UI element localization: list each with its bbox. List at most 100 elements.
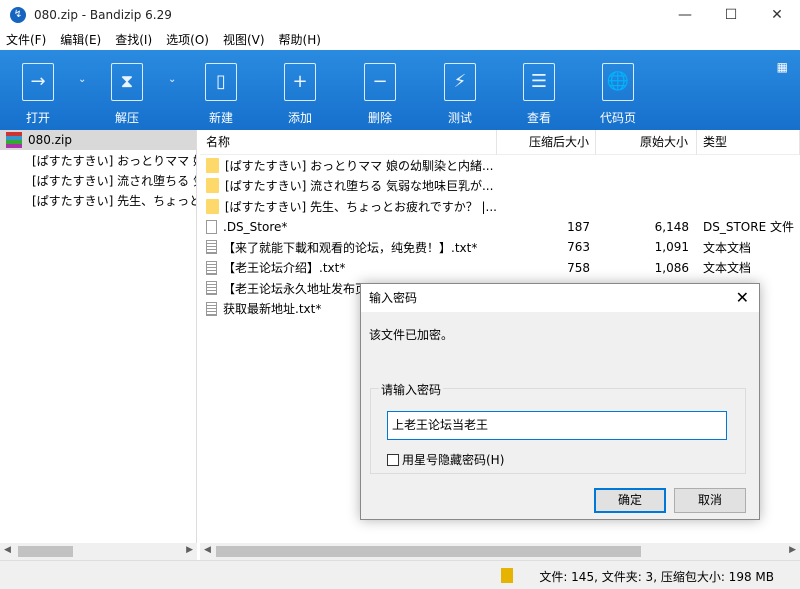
checkbox-box[interactable] bbox=[387, 453, 399, 466]
codepage-icon: 🌐 bbox=[602, 63, 634, 101]
folder-icon bbox=[206, 157, 219, 173]
packed-size: 187 bbox=[567, 219, 590, 234]
tree-folder-label: [ぱすたすきい] おっとりママ 娘の幼馴染と内緒... bbox=[32, 153, 196, 168]
tree-horizontal-scrollbar[interactable]: ◀ ▶ bbox=[0, 543, 197, 560]
column-original-size[interactable]: 原始大小 bbox=[596, 130, 697, 155]
encrypted-lock-icon bbox=[501, 568, 513, 583]
file-name: 获取最新地址.txt* bbox=[223, 302, 322, 317]
file-name: 【老王论坛介绍】.txt* bbox=[223, 261, 346, 276]
password-group-label: 请输入密码 bbox=[379, 381, 444, 398]
menu-file[interactable]: 文件(F) bbox=[6, 30, 46, 50]
test-label: 测试 bbox=[447, 111, 472, 125]
list-horizontal-scrollbar[interactable]: ◀ ▶ bbox=[200, 543, 800, 560]
status-text: 文件: 145, 文件夹: 3, 压缩包大小: 198 MB bbox=[539, 570, 774, 584]
open-label: 打开 bbox=[25, 111, 50, 125]
text-file-icon bbox=[206, 260, 217, 275]
view-icon: ☰ bbox=[523, 63, 555, 101]
test-icon: ⚡ bbox=[444, 63, 476, 101]
text-file-icon bbox=[206, 240, 217, 255]
codepage-button[interactable]: 🌐 代码页 bbox=[588, 50, 648, 130]
delete-icon: − bbox=[364, 63, 396, 101]
maximize-button[interactable]: ☐ bbox=[708, 0, 754, 30]
tree-folder[interactable]: [ぱすたすきい] 流され堕ちる 気弱な地味巨乳が... bbox=[0, 170, 196, 190]
delete-button[interactable]: − 删除 bbox=[350, 50, 410, 130]
delete-label: 删除 bbox=[367, 111, 392, 125]
status-bar: 文件: 145, 文件夹: 3, 压缩包大小: 198 MB bbox=[0, 560, 800, 589]
list-header: ^ 名称 压缩后大小 原始大小 类型 bbox=[200, 130, 800, 155]
new-button[interactable]: ▯ 新建 bbox=[191, 50, 251, 130]
menu-edit[interactable]: 编辑(E) bbox=[60, 30, 101, 50]
bandizip-app-icon: ↯ bbox=[10, 7, 26, 23]
file-name: [ぱすたすきい] 先生、ちょっとお疲れですか？ |... bbox=[224, 199, 497, 214]
zip-archive-icon bbox=[6, 132, 22, 148]
file-row[interactable]: .DS_Store* 187 6,148 DS_STORE 文件 bbox=[200, 217, 800, 238]
column-packed-size[interactable]: 压缩后大小 bbox=[497, 130, 596, 155]
sort-ascending-icon: ^ bbox=[346, 130, 355, 137]
title-bar: ↯ 080.zip - Bandizip 6.29 — ☐ ✕ bbox=[0, 0, 800, 30]
menu-options[interactable]: 选项(O) bbox=[166, 30, 209, 50]
view-button[interactable]: ☰ 查看 bbox=[509, 50, 569, 130]
file-type: 文本文档 bbox=[703, 240, 752, 255]
dialog-message: 该文件已加密。 bbox=[369, 328, 454, 342]
tree-folder-label: [ぱすたすきい] 先生、ちょっとお疲れですか？ bbox=[32, 193, 197, 208]
open-dropdown-chevron-icon[interactable]: ⌄ bbox=[78, 74, 86, 85]
folder-icon bbox=[206, 178, 219, 194]
original-size: 1,086 bbox=[654, 260, 689, 275]
file-row[interactable]: [ぱすたすきい] 先生、ちょっとお疲れですか？ |... bbox=[200, 196, 800, 217]
file-name: .DS_Store* bbox=[223, 219, 288, 234]
extract-button[interactable]: ⧗ 解压 bbox=[97, 50, 157, 130]
file-type: DS_STORE 文件 bbox=[703, 220, 794, 235]
menu-bar: 文件(F) 编辑(E) 查找(I) 选项(O) 视图(V) 帮助(H) bbox=[0, 30, 335, 50]
cancel-button[interactable]: 取消 bbox=[674, 488, 746, 513]
menu-find[interactable]: 查找(I) bbox=[115, 30, 152, 50]
open-button[interactable]: → 打开 bbox=[8, 50, 68, 130]
add-button[interactable]: + 添加 bbox=[270, 50, 330, 130]
tree-root[interactable]: 080.zip bbox=[0, 130, 196, 150]
folder-icon bbox=[206, 198, 219, 214]
open-icon: → bbox=[22, 63, 54, 101]
tree-root-label: 080.zip bbox=[28, 133, 72, 147]
extract-label: 解压 bbox=[114, 111, 139, 125]
add-icon: + bbox=[284, 63, 316, 101]
file-row[interactable]: [ぱすたすきい] おっとりママ 娘の幼馴染と内緒... bbox=[200, 155, 800, 176]
layout-grid-icon[interactable]: ▦ bbox=[777, 60, 788, 74]
password-dialog: 输入密码 ✕ 该文件已加密。 请输入密码 上老王论坛当老王 用星号隐藏密码(H)… bbox=[360, 283, 760, 520]
test-button[interactable]: ⚡ 测试 bbox=[430, 50, 490, 130]
packed-size: 758 bbox=[567, 260, 590, 275]
column-type[interactable]: 类型 bbox=[697, 130, 800, 155]
tree-folder-label: [ぱすたすきい] 流され堕ちる 気弱な地味巨乳が... bbox=[32, 173, 196, 188]
view-label: 查看 bbox=[526, 111, 551, 125]
file-name: [ぱすたすきい] 流され堕ちる 気弱な地味巨乳が... bbox=[225, 179, 494, 194]
file-icon bbox=[206, 219, 217, 234]
mask-password-label: 用星号隐藏密码(H) bbox=[402, 453, 505, 467]
file-row[interactable]: 【老王论坛介绍】.txt* 758 1,086 文本文档 bbox=[200, 258, 800, 279]
dialog-title: 输入密码 bbox=[361, 284, 759, 312]
ok-button[interactable]: 确定 bbox=[594, 488, 666, 513]
tree-folder[interactable]: [ぱすたすきい] 先生、ちょっとお疲れですか？ bbox=[0, 190, 196, 210]
file-type: 文本文档 bbox=[703, 261, 752, 276]
dialog-close-icon[interactable]: ✕ bbox=[736, 288, 749, 307]
new-icon: ▯ bbox=[205, 63, 237, 101]
mask-password-checkbox[interactable]: 用星号隐藏密码(H) bbox=[387, 451, 504, 468]
text-file-icon bbox=[206, 281, 217, 296]
tree-folder[interactable]: [ぱすたすきい] おっとりママ 娘の幼馴染と内緒... bbox=[0, 150, 196, 170]
text-file-icon bbox=[206, 301, 217, 316]
close-button[interactable]: ✕ bbox=[754, 0, 800, 30]
window-title: 080.zip - Bandizip 6.29 bbox=[34, 8, 172, 22]
file-row[interactable]: [ぱすたすきい] 流され堕ちる 気弱な地味巨乳が... bbox=[200, 176, 800, 197]
file-name: 【老王论坛永久地址发布页 bbox=[223, 281, 368, 296]
toolbar: ⌄ ⌄ ▦ → 打开 ⧗ 解压 ▯ 新建 + 添加 − 删除 ⚡ 测试 ☰ 查看 🌐 代码页 bbox=[0, 50, 800, 130]
file-row[interactable]: 【来了就能下載和观看的论坛，纯免费！】.txt* 763 1,091 文本文档 bbox=[200, 237, 800, 258]
minimize-button[interactable]: — bbox=[662, 0, 708, 30]
file-name: [ぱすたすきい] おっとりママ 娘の幼馴染と内緒... bbox=[225, 158, 494, 173]
extract-icon: ⧗ bbox=[111, 63, 143, 101]
menu-view[interactable]: 视图(V) bbox=[223, 30, 265, 50]
original-size: 1,091 bbox=[654, 240, 689, 255]
folder-tree: 080.zip [ぱすたすきい] おっとりママ 娘の幼馴染と内緒... [ぱすたす… bbox=[0, 130, 197, 543]
menu-help[interactable]: 帮助(H) bbox=[279, 30, 321, 50]
original-size: 6,148 bbox=[654, 219, 689, 234]
password-input[interactable]: 上老王论坛当老王 bbox=[387, 411, 727, 440]
packed-size: 763 bbox=[567, 240, 590, 255]
new-label: 新建 bbox=[208, 111, 233, 125]
extract-dropdown-chevron-icon[interactable]: ⌄ bbox=[168, 74, 176, 85]
